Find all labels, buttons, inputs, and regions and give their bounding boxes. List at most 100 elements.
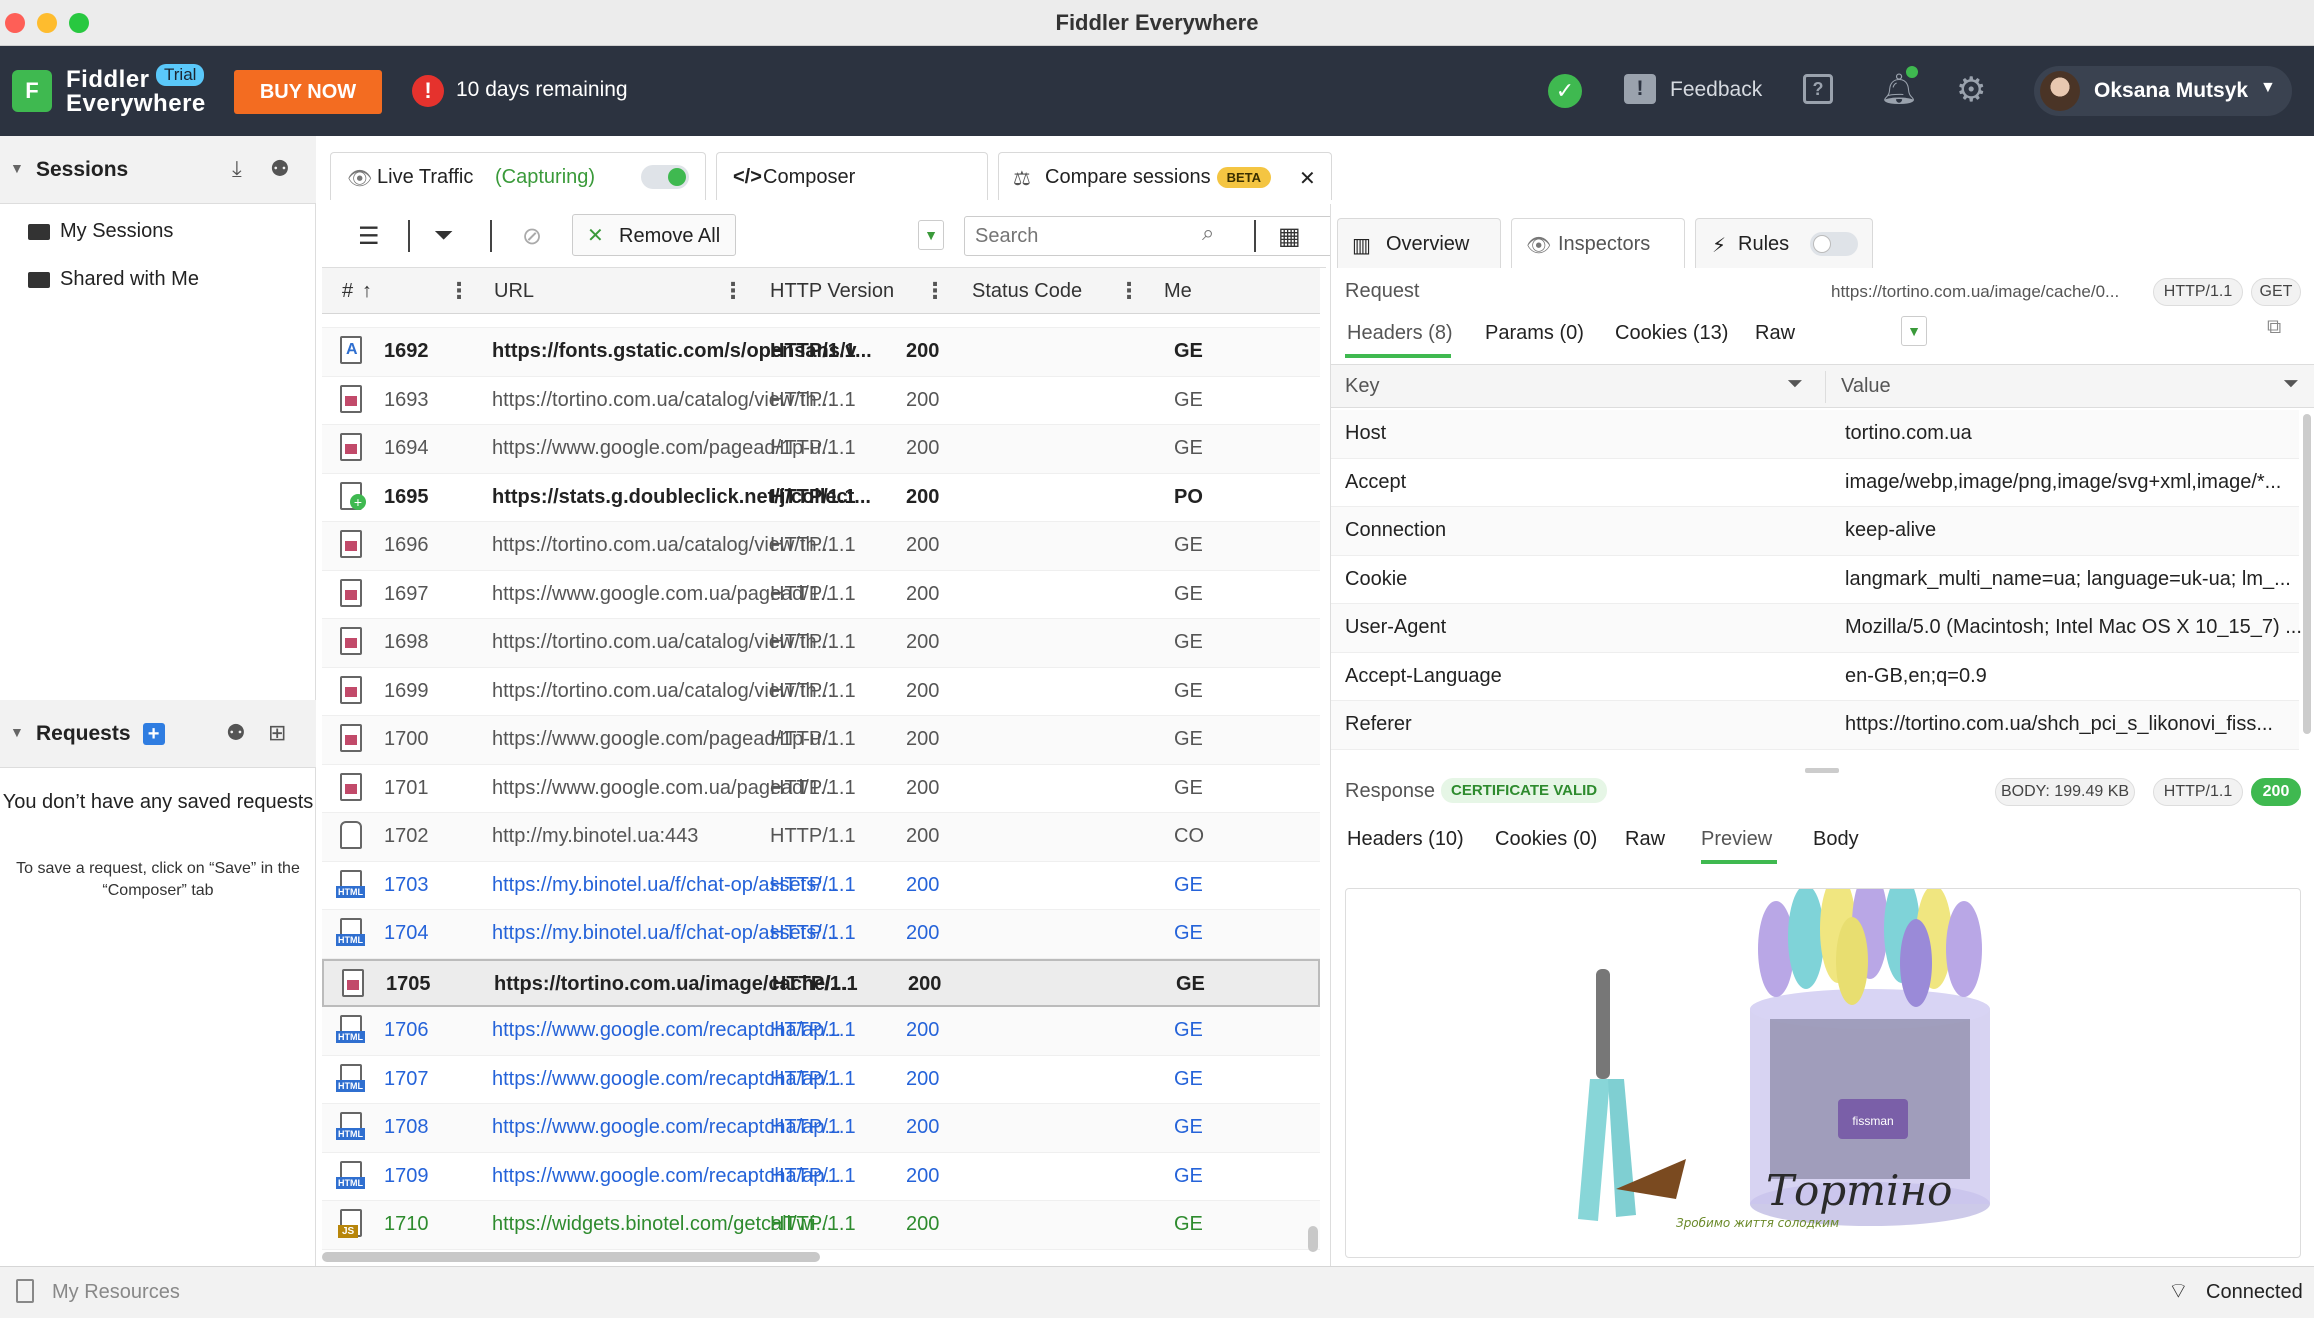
collapse-icon[interactable]: ▼ bbox=[10, 160, 24, 176]
tab-inspectors[interactable]: 👁︎ Inspectors bbox=[1511, 218, 1685, 268]
add-request-icon[interactable]: + bbox=[142, 723, 165, 746]
copy-icon[interactable]: ⧉ bbox=[2267, 316, 2281, 339]
table-row[interactable]: 1692https://fonts.gstatic.com/s/opensans… bbox=[322, 328, 1320, 377]
table-row[interactable]: 1709https://www.google.com/recaptcha/ap.… bbox=[322, 1153, 1320, 1201]
response-tab-preview[interactable]: Preview bbox=[1701, 828, 1772, 851]
vertical-scrollbar[interactable] bbox=[1308, 1226, 1318, 1252]
active-tab-underline bbox=[1701, 860, 1777, 864]
my-resources-link[interactable]: My Resources bbox=[52, 1281, 180, 1304]
table-row[interactable]: 1707https://www.google.com/recaptcha/ap.… bbox=[322, 1056, 1320, 1104]
import-session-icon[interactable]: ⤓ bbox=[232, 156, 242, 182]
header-row[interactable]: Host tortino.com.ua bbox=[1331, 410, 2299, 459]
table-row[interactable]: 1706https://www.google.com/recaptcha/ap.… bbox=[322, 1007, 1320, 1056]
headers-scrollbar[interactable] bbox=[2303, 414, 2311, 734]
header-row[interactable]: Cookie langmark_multi_name=ua; language=u… bbox=[1331, 556, 2299, 604]
request-tab-cookies[interactable]: Cookies (13) bbox=[1615, 322, 1728, 345]
table-row[interactable]: 1708https://www.google.com/recaptcha/ap.… bbox=[322, 1104, 1320, 1153]
fiddler-logo-icon: F bbox=[12, 70, 52, 112]
value-filter-icon[interactable]: ⏷ bbox=[2283, 373, 2299, 396]
header-key: Accept bbox=[1345, 470, 1407, 493]
table-row[interactable]: 1701 https://www.google.com.ua/pagead/1..… bbox=[322, 765, 1320, 813]
tab-compare-sessions[interactable]: ⚖ Compare sessions BETA ✕ bbox=[998, 152, 1332, 200]
tab-overview[interactable]: ▥ Overview bbox=[1337, 218, 1501, 268]
product-image: fissman Тортіно Зробимо життя солодким bbox=[1578, 871, 1990, 1230]
sidebar-item-label: My Sessions bbox=[60, 220, 174, 242]
table-row[interactable]: 1703https://my.binotel.ua/f/chat-op/asse… bbox=[322, 862, 1320, 910]
remove-all-button[interactable]: ✕ Remove All bbox=[572, 214, 736, 256]
clear-filter-icon[interactable]: ⊘ bbox=[522, 222, 542, 251]
header-value: keep-alive bbox=[1845, 519, 1937, 541]
tab-rules[interactable]: ⚡︎ Rules bbox=[1695, 218, 1873, 268]
request-tab-raw[interactable]: Raw bbox=[1755, 322, 1795, 345]
table-row[interactable]: 1702 http://my.binotel.ua:443 HTTP/1.1 200 C… bbox=[322, 813, 1320, 862]
sidebar-item-shared-with-me[interactable]: Shared with Me bbox=[28, 268, 199, 291]
table-row[interactable]: 1700 https://www.google.com/pagead/1p-u..… bbox=[322, 716, 1320, 765]
request-tab-headers[interactable]: Headers (8) bbox=[1347, 322, 1453, 345]
request-header: Request https://tortino.com.ua/image/cac… bbox=[1331, 268, 2314, 312]
layout-grid-icon[interactable]: ▦ bbox=[1278, 222, 1301, 251]
cell-status-code: 200 bbox=[906, 388, 940, 411]
table-row[interactable]: 1710https://widgets.binotel.com/getcall/… bbox=[322, 1201, 1320, 1250]
feedback-icon[interactable]: ! bbox=[1624, 74, 1656, 104]
header-row[interactable]: Referer https://tortino.com.ua/shch_pci_s… bbox=[1331, 701, 2299, 750]
table-row[interactable]: 1698 https://tortino.com.ua/catalog/view/… bbox=[322, 619, 1320, 668]
table-row[interactable]: 1694 https://www.google.com/pagead/1p-u..… bbox=[322, 425, 1320, 474]
compare-label-text: Compare sessions bbox=[1045, 166, 1211, 188]
requests-section-header[interactable]: ▼ Requests + ⚉ ⊞ bbox=[0, 700, 316, 768]
cell-id: 1692 bbox=[384, 340, 429, 362]
response-tab-cookies[interactable]: Cookies (0) bbox=[1495, 828, 1597, 851]
filter-icon[interactable]: ⏷ bbox=[434, 222, 453, 250]
response-tab-body[interactable]: Body bbox=[1813, 828, 1859, 851]
header-row[interactable]: User-Agent Mozilla/5.0 (Macintosh; Intel … bbox=[1331, 604, 2302, 653]
tab-live-traffic[interactable]: 👁︎ Live Traffic (Capturing) bbox=[330, 152, 706, 200]
table-row[interactable]: 1695https://stats.g.doubleclick.net/j/co… bbox=[322, 474, 1320, 522]
request-label: Request bbox=[1345, 280, 1420, 302]
cell-http-version: HTTP/1.1 bbox=[770, 388, 856, 411]
sidebar-item-my-sessions[interactable]: My Sessions bbox=[28, 220, 173, 243]
remove-options-dropdown[interactable]: ▼ bbox=[918, 220, 944, 250]
shared-folder-icon bbox=[28, 271, 50, 288]
table-row[interactable]: 1697 https://www.google.com.ua/pagead/1..… bbox=[322, 571, 1320, 619]
user-menu-button[interactable]: Oksana Mutsyk ▼ bbox=[2034, 66, 2292, 116]
request-view-dropdown[interactable]: ▼ bbox=[1901, 316, 1927, 346]
sessions-section-header[interactable]: ▼ Sessions ⤓ ⚉ bbox=[0, 136, 316, 204]
status-ok-icon[interactable]: ✓ bbox=[1548, 74, 1582, 108]
collapse-icon[interactable]: ▼ bbox=[10, 724, 24, 740]
response-tab-headers[interactable]: Headers (10) bbox=[1347, 828, 1464, 851]
sidebar-item-label: Shared with Me bbox=[60, 268, 199, 290]
capture-toggle[interactable] bbox=[641, 165, 689, 189]
key-filter-icon[interactable]: ⏷ bbox=[1787, 373, 1803, 396]
header-value: langmark_multi_name=ua; language=uk-ua; … bbox=[1845, 567, 2291, 590]
header-row[interactable]: Connection keep-alive bbox=[1331, 507, 2299, 556]
capturing-status: (Capturing) bbox=[495, 166, 596, 188]
table-row[interactable]: 1696 https://tortino.com.ua/catalog/view/… bbox=[322, 522, 1320, 571]
new-folder-icon[interactable]: ⊞ bbox=[268, 720, 286, 746]
header-row[interactable]: Accept-Language en-GB,en;q=0.9 bbox=[1331, 653, 2299, 701]
close-tab-icon[interactable]: ✕ bbox=[1299, 166, 1316, 191]
header-row[interactable]: Accept image/webp,image/png,image/svg+xml… bbox=[1331, 459, 2299, 507]
menu-hamburger-icon[interactable]: ☰ bbox=[358, 222, 380, 251]
post-file-icon bbox=[340, 481, 366, 510]
code-icon: </> bbox=[733, 166, 762, 188]
feedback-link[interactable]: Feedback bbox=[1670, 78, 1762, 102]
help-icon[interactable]: ? bbox=[1803, 74, 1833, 104]
tab-composer[interactable]: </> Composer bbox=[716, 152, 988, 200]
horizontal-scrollbar[interactable] bbox=[322, 1252, 820, 1262]
resources-icon[interactable] bbox=[16, 1279, 34, 1303]
table-row[interactable]: 1693 https://tortino.com.ua/catalog/view/… bbox=[322, 377, 1320, 425]
cell-id: 1708 bbox=[384, 1116, 429, 1138]
table-row[interactable]: 1705 https://tortino.com.ua/image/cache/.… bbox=[322, 958, 1320, 1007]
response-tab-raw[interactable]: Raw bbox=[1625, 828, 1665, 851]
cell-http-version: HTTP/1.1 bbox=[770, 873, 856, 896]
settings-gear-icon[interactable]: ⚙ bbox=[1956, 70, 1986, 110]
share-users-icon[interactable]: ⚉ bbox=[270, 156, 290, 182]
splitter-handle[interactable] bbox=[1805, 768, 1839, 773]
share-users-icon[interactable]: ⚉ bbox=[226, 720, 246, 746]
chevron-down-icon: ▼ bbox=[2260, 79, 2276, 96]
table-row[interactable]: 1704https://my.binotel.ua/f/chat-op/asse… bbox=[322, 910, 1320, 959]
cell-id: 1694 bbox=[384, 437, 429, 459]
buy-now-button[interactable]: BUY NOW bbox=[234, 70, 382, 114]
table-row[interactable]: 1699 https://tortino.com.ua/catalog/view/… bbox=[322, 668, 1320, 716]
request-tab-params[interactable]: Params (0) bbox=[1485, 322, 1584, 345]
rules-toggle[interactable] bbox=[1810, 232, 1858, 256]
